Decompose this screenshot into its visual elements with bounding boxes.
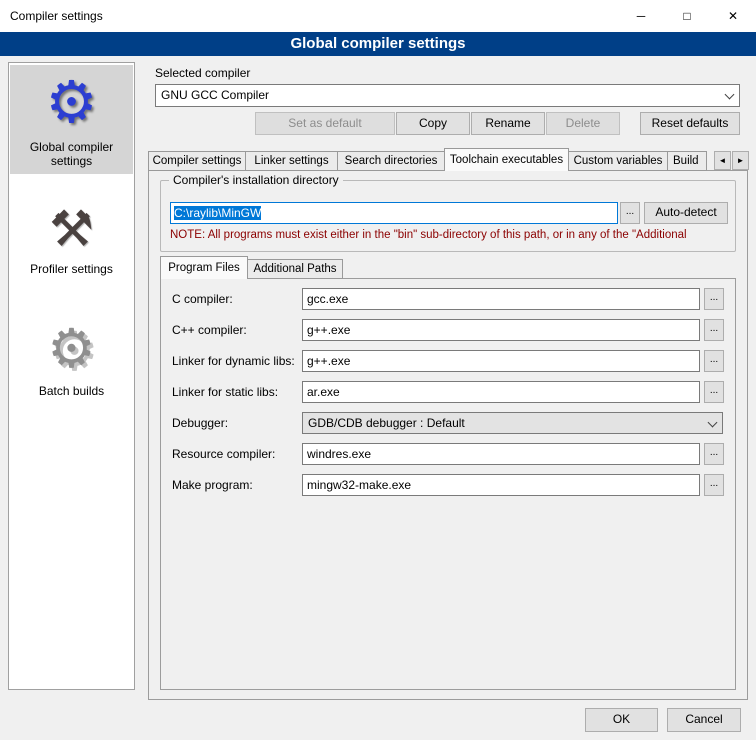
rename-button[interactable]: Rename [471, 112, 545, 135]
sidebar-item-global-compiler-settings[interactable]: ⚙ Global compiler settings [10, 65, 133, 174]
make-program-input[interactable] [302, 474, 700, 496]
minimize-button[interactable]: ─ [618, 0, 664, 32]
field-label: C++ compiler: [172, 323, 247, 337]
sidebar-item-label: Profiler settings [10, 262, 133, 282]
selected-compiler-label: Selected compiler [155, 66, 250, 80]
field-label: Linker for static libs: [172, 385, 278, 399]
tab-bar: Compiler settings Linker settings Search… [148, 148, 707, 171]
tab-custom-variables[interactable]: Custom variables [568, 151, 668, 171]
field-row-resource-compiler: Resource compiler: ... [160, 443, 736, 467]
tab-scroll-right-button[interactable]: ► [732, 151, 749, 170]
installation-directory-value: C:\raylib\MinGW [174, 206, 261, 220]
maximize-button[interactable]: □ [664, 0, 710, 32]
reset-defaults-button[interactable]: Reset defaults [640, 112, 740, 135]
compiler-settings-dialog: Compiler settings ─ □ ✕ Global compiler … [0, 0, 756, 740]
browse-button[interactable]: ... [704, 381, 724, 403]
copy-button[interactable]: Copy [396, 112, 470, 135]
linker-dynamic-input[interactable] [302, 350, 700, 372]
field-row-linker-static: Linker for static libs: ... [160, 381, 736, 405]
debugger-select[interactable]: GDB/CDB debugger : Default [302, 412, 723, 434]
maximize-icon: □ [683, 9, 690, 23]
tab-linker-settings[interactable]: Linker settings [245, 151, 338, 171]
sidebar-item-label: Global compiler settings [10, 140, 133, 174]
close-button[interactable]: ✕ [710, 0, 756, 32]
set-as-default-button[interactable]: Set as default [255, 112, 395, 135]
field-label: Make program: [172, 478, 253, 492]
tab-scroll-left-button[interactable]: ◄ [714, 151, 731, 170]
browse-button[interactable]: ... [704, 319, 724, 341]
page-title: Global compiler settings [0, 32, 756, 56]
sidebar-item-batch-builds[interactable]: ⚙ Batch builds [10, 321, 133, 404]
field-label: Resource compiler: [172, 447, 275, 461]
field-row-debugger: Debugger: GDB/CDB debugger : Default [160, 412, 736, 436]
field-row-cpp-compiler: C++ compiler: ... [160, 319, 736, 343]
browse-button[interactable]: ... [704, 474, 724, 496]
delete-button[interactable]: Delete [546, 112, 620, 135]
chevron-down-icon [725, 90, 735, 100]
subtab-bar: Program Files Additional Paths [160, 256, 343, 279]
sidebar-item-label: Batch builds [10, 384, 133, 404]
field-row-c-compiler: C compiler: ... [160, 288, 736, 312]
cancel-button[interactable]: Cancel [667, 708, 741, 732]
arrow-left-icon: ◄ [719, 156, 727, 165]
field-row-make-program: Make program: ... [160, 474, 736, 498]
field-label: Debugger: [172, 416, 228, 430]
linker-static-input[interactable] [302, 381, 700, 403]
compiler-select[interactable]: GNU GCC Compiler [155, 84, 740, 107]
minimize-icon: ─ [637, 9, 646, 23]
installation-directory-input[interactable]: C:\raylib\MinGW [170, 202, 618, 224]
window-controls: ─ □ ✕ [618, 0, 756, 32]
installation-directory-browse-button[interactable]: ... [620, 202, 640, 224]
browse-button[interactable]: ... [704, 288, 724, 310]
auto-detect-button[interactable]: Auto-detect [644, 202, 728, 224]
window-title: Compiler settings [10, 9, 103, 23]
profiler-tool-icon: ⚒ [10, 203, 133, 256]
subtab-additional-paths[interactable]: Additional Paths [247, 259, 343, 279]
note-text: NOTE: All programs must exist either in … [170, 229, 734, 241]
gear-blue-icon: ⚙ [10, 73, 133, 134]
close-icon: ✕ [728, 9, 738, 23]
arrow-right-icon: ► [737, 156, 745, 165]
tab-toolchain-executables[interactable]: Toolchain executables [444, 148, 569, 171]
gear-gray-icon: ⚙ [10, 321, 133, 378]
browse-button[interactable]: ... [704, 443, 724, 465]
cpp-compiler-input[interactable] [302, 319, 700, 341]
subtab-program-files[interactable]: Program Files [160, 256, 248, 279]
tab-compiler-settings[interactable]: Compiler settings [148, 151, 246, 171]
field-label: C compiler: [172, 292, 233, 306]
sidebar-item-profiler-settings[interactable]: ⚒ Profiler settings [10, 203, 133, 282]
tab-search-directories[interactable]: Search directories [337, 151, 445, 171]
field-row-linker-dynamic: Linker for dynamic libs: ... [160, 350, 736, 374]
installation-directory-group-label: Compiler's installation directory [169, 173, 343, 187]
compiler-select-value: GNU GCC Compiler [161, 88, 269, 102]
tab-build-options[interactable]: Build [667, 151, 707, 171]
resource-compiler-input[interactable] [302, 443, 700, 465]
c-compiler-input[interactable] [302, 288, 700, 310]
ok-button[interactable]: OK [585, 708, 658, 732]
debugger-select-value: GDB/CDB debugger : Default [308, 416, 465, 430]
titlebar: Compiler settings ─ □ ✕ [0, 0, 756, 32]
browse-button[interactable]: ... [704, 350, 724, 372]
field-label: Linker for dynamic libs: [172, 354, 295, 368]
chevron-down-icon [708, 418, 718, 428]
sidebar: ⚙ Global compiler settings ⚒ Profiler se… [8, 62, 135, 690]
